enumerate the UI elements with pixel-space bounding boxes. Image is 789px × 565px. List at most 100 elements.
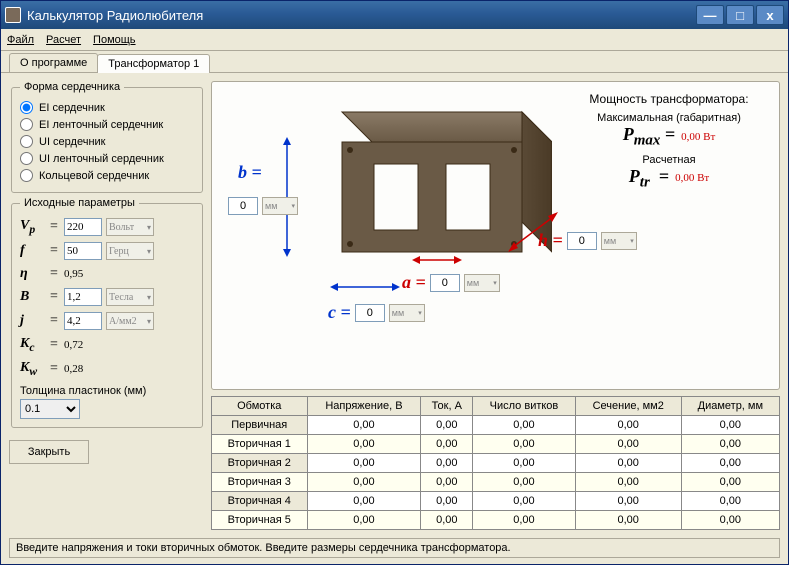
winding-value-cell[interactable]: 0,00: [307, 416, 421, 435]
dim-a-group: a = мм: [402, 272, 500, 293]
dim-c-input[interactable]: [355, 304, 385, 322]
winding-value-cell[interactable]: 0,00: [421, 435, 473, 454]
winding-value-cell: 0,00: [473, 435, 576, 454]
core-opt-ui[interactable]: UI сердечник: [20, 133, 194, 150]
winding-value-cell: 0,00: [473, 511, 576, 530]
winding-value-cell: 0,00: [575, 473, 681, 492]
winding-name-cell: Вторичная 5: [212, 511, 308, 530]
core-radio-ring[interactable]: [20, 169, 33, 182]
dim-h-unit[interactable]: мм: [601, 232, 637, 250]
minimize-button[interactable]: —: [696, 5, 724, 25]
core-opt-ei-tape[interactable]: EI ленточный сердечник: [20, 116, 194, 133]
core-opt-ring[interactable]: Кольцевой сердечник: [20, 167, 194, 184]
dim-a-input[interactable]: [430, 274, 460, 292]
tab-about[interactable]: О программе: [9, 53, 98, 72]
winding-value-cell[interactable]: 0,00: [307, 454, 421, 473]
table-row: Вторичная 50,000,000,000,000,00: [212, 511, 780, 530]
dim-c-unit[interactable]: мм: [389, 304, 425, 322]
winding-value-cell: 0,00: [681, 492, 779, 511]
menu-file[interactable]: Файл: [7, 34, 34, 46]
j-input[interactable]: [64, 312, 102, 330]
maximize-button[interactable]: □: [726, 5, 754, 25]
winding-value-cell[interactable]: 0,00: [307, 511, 421, 530]
b-unit[interactable]: Тесла: [106, 288, 154, 306]
power-calc-label: Расчетная: [569, 154, 769, 166]
dim-a-arrow-icon: [412, 250, 462, 270]
core-radio-ei[interactable]: [20, 101, 33, 114]
f-unit[interactable]: Герц: [106, 242, 154, 260]
core-shape-group: Форма сердечника EI сердечник EI ленточн…: [11, 81, 203, 193]
dim-b-label: b =: [238, 162, 262, 183]
dim-a-unit[interactable]: мм: [464, 274, 500, 292]
f-input[interactable]: [64, 242, 102, 260]
eta-value: 0,95: [64, 268, 83, 280]
winding-name-cell: Вторичная 2: [212, 454, 308, 473]
winding-value-cell: 0,00: [473, 454, 576, 473]
core-opt-ei[interactable]: EI сердечник: [20, 99, 194, 116]
dim-b-unit[interactable]: мм: [262, 197, 298, 215]
winding-value-cell: 0,00: [575, 511, 681, 530]
table-row: Вторичная 10,000,000,000,000,00: [212, 435, 780, 454]
dim-b-input[interactable]: [228, 197, 258, 215]
vp-unit[interactable]: Вольт: [106, 218, 154, 236]
param-kw: Kw=0,28: [20, 357, 194, 381]
winding-value-cell: 0,00: [575, 454, 681, 473]
tab-transformer[interactable]: Трансформатор 1: [97, 54, 210, 73]
winding-value-cell[interactable]: 0,00: [421, 492, 473, 511]
param-vp: Vp=Вольт: [20, 215, 194, 239]
winding-value-cell[interactable]: 0,00: [307, 435, 421, 454]
kc-value: 0,72: [64, 339, 83, 351]
menu-calc[interactable]: Расчет: [46, 34, 81, 46]
menubar: Файл Расчет Помощь: [1, 29, 788, 51]
winding-value-cell: 0,00: [681, 454, 779, 473]
kw-value: 0,28: [64, 363, 83, 375]
param-kc: Kc=0,72: [20, 333, 194, 357]
winding-value-cell: 0,00: [681, 511, 779, 530]
winding-value-cell[interactable]: 0,00: [421, 511, 473, 530]
winding-value-cell: 0,00: [575, 416, 681, 435]
b-input[interactable]: [64, 288, 102, 306]
winding-value-cell[interactable]: 0,00: [307, 492, 421, 511]
power-calc-row: Ptr =0,00 Вт: [569, 166, 769, 192]
params-legend: Исходные параметры: [20, 197, 139, 209]
th-section: Сечение, мм2: [575, 397, 681, 416]
core-radio-ui-tape[interactable]: [20, 152, 33, 165]
tab-bar: О программе Трансформатор 1: [1, 51, 788, 73]
dim-h-group: h = мм: [538, 230, 637, 251]
winding-value-cell[interactable]: 0,00: [307, 473, 421, 492]
windings-table: Обмотка Напряжение, В Ток, А Число витко…: [211, 396, 780, 530]
app-window: Калькулятор Радиолюбителя — □ x Файл Рас…: [0, 0, 789, 565]
th-diameter: Диаметр, мм: [681, 397, 779, 416]
dim-h-input[interactable]: [567, 232, 597, 250]
core-diagram-area: b = мм a = мм: [211, 81, 780, 390]
thickness-select[interactable]: 0.1: [20, 399, 80, 419]
th-voltage: Напряжение, В: [307, 397, 421, 416]
dim-b-group: b =: [238, 162, 262, 183]
power-block: Мощность трансформатора: Максимальная (г…: [569, 92, 769, 191]
core-opt-ui-tape[interactable]: UI ленточный сердечник: [20, 150, 194, 167]
power-calc-value: 0,00 Вт: [675, 172, 709, 184]
table-header-row: Обмотка Напряжение, В Ток, А Число витко…: [212, 397, 780, 416]
param-j: j=А/мм2: [20, 309, 194, 333]
core-radio-ei-tape[interactable]: [20, 118, 33, 131]
winding-value-cell[interactable]: 0,00: [421, 473, 473, 492]
table-row: Вторичная 40,000,000,000,000,00: [212, 492, 780, 511]
close-window-button[interactable]: x: [756, 5, 784, 25]
power-title: Мощность трансформатора:: [569, 92, 769, 106]
table-row: Вторичная 30,000,000,000,000,00: [212, 473, 780, 492]
winding-value-cell: 0,00: [473, 416, 576, 435]
winding-value-cell: 0,00: [681, 473, 779, 492]
menu-help[interactable]: Помощь: [93, 34, 136, 46]
winding-value-cell[interactable]: 0,00: [421, 416, 473, 435]
winding-value-cell: 0,00: [575, 492, 681, 511]
dim-a-label: a =: [402, 272, 426, 293]
params-group: Исходные параметры Vp=Вольт f=Герц η=0,9…: [11, 197, 203, 428]
winding-value-cell[interactable]: 0,00: [421, 454, 473, 473]
j-unit[interactable]: А/мм2: [106, 312, 154, 330]
vp-input[interactable]: [64, 218, 102, 236]
power-max-label: Максимальная (габаритная): [569, 112, 769, 124]
close-button[interactable]: Закрыть: [9, 440, 89, 464]
window-title: Калькулятор Радиолюбителя: [27, 8, 203, 23]
core-radio-ui[interactable]: [20, 135, 33, 148]
app-icon: [5, 7, 21, 23]
